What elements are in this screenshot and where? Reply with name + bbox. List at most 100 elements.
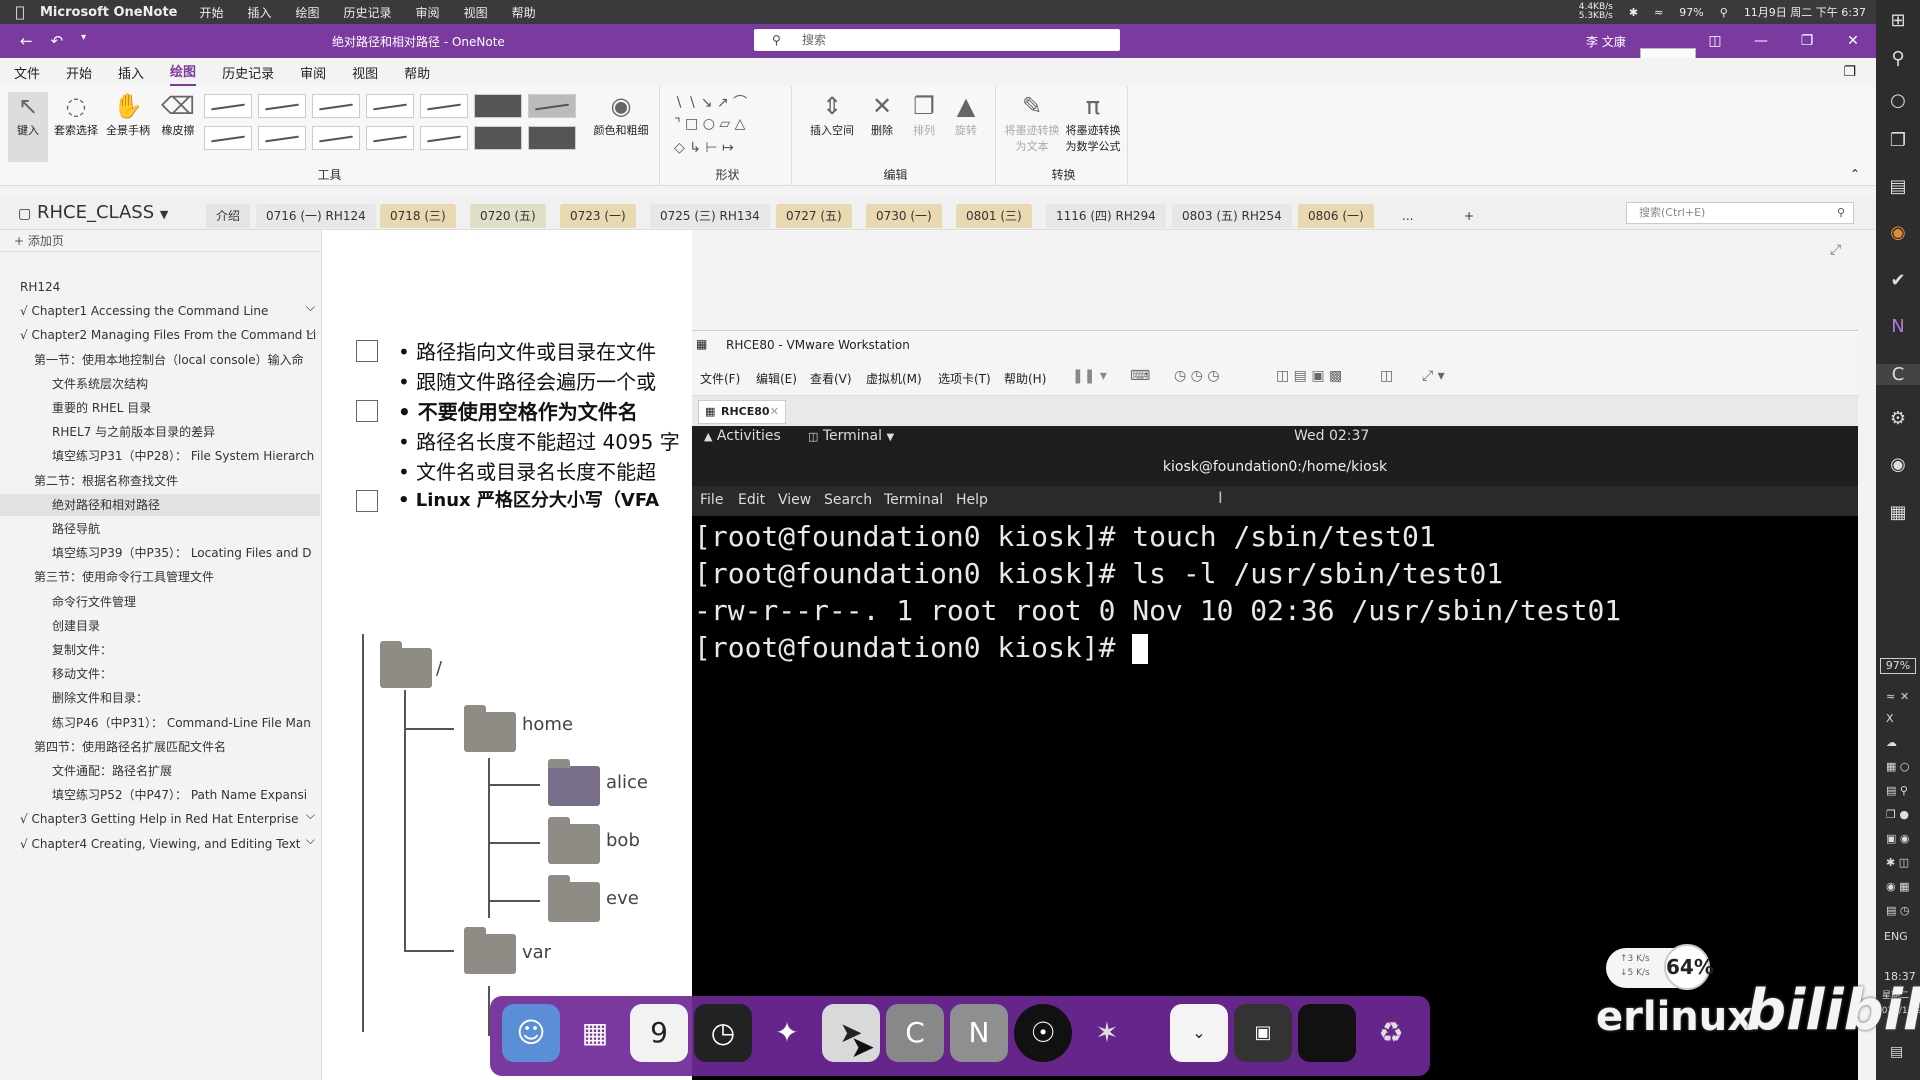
pen-swatch[interactable] — [204, 94, 252, 118]
page-list-item[interactable]: 移动文件： — [0, 663, 320, 685]
page-list-item[interactable]: 文件通配：路径名扩展 — [0, 760, 320, 782]
user-name[interactable]: 李 文康 — [1586, 33, 1626, 50]
pen-swatch[interactable] — [366, 94, 414, 118]
bluetooth-icon[interactable]: ✱ — [1629, 6, 1638, 19]
page-list-item[interactable]: 创建目录 — [0, 615, 320, 637]
apple-icon[interactable]:  — [0, 3, 40, 21]
term-menu-file[interactable]: File — [700, 492, 723, 508]
onenote-dock-icon[interactable]: N — [950, 1004, 1008, 1062]
spotlight-icon[interactable]: ⚲ — [1720, 6, 1728, 19]
send-keys-icon[interactable]: ⌨ — [1130, 368, 1150, 384]
vm-menu-edit[interactable]: 编辑(E) — [756, 370, 797, 387]
activities-button[interactable]: ▲ Activities — [704, 428, 781, 444]
chevron-down-icon[interactable]: ⌵ — [306, 300, 315, 315]
vm-menu-file[interactable]: 文件(F) — [700, 370, 740, 387]
page-list-item[interactable]: 第四节：使用路径名扩展匹配文件名 — [0, 736, 320, 758]
network-icon[interactable]: ≈ — [1886, 690, 1895, 703]
pan-button[interactable]: ✋ 全景手柄 — [102, 92, 154, 138]
menu-start[interactable]: 开始 — [199, 4, 223, 21]
section-tab[interactable]: 0725 (三) RH134 — [650, 204, 770, 228]
tab-home[interactable]: 开始 — [66, 59, 92, 86]
task-view-icon[interactable]: ❐ — [1876, 130, 1920, 151]
vm-menu-tabs[interactable]: 选项卡(T) — [938, 370, 991, 387]
pen-swatch[interactable] — [258, 126, 306, 150]
page-list-item[interactable]: 删除文件和目录： — [0, 687, 320, 709]
tab-view[interactable]: 视图 — [352, 59, 378, 86]
close-icon[interactable]: ✕ — [1830, 24, 1876, 58]
vmware-fusion-icon[interactable]: C — [886, 1004, 944, 1062]
feather-app-icon[interactable]: ✦ — [758, 1004, 816, 1062]
section-tab[interactable]: 0803 (五) RH254 — [1172, 204, 1292, 228]
x-app-icon[interactable]: X — [1886, 712, 1894, 725]
term-menu-edit[interactable]: Edit — [738, 492, 765, 508]
menubar-datetime[interactable]: 11月9日 周二 下午 6:37 — [1744, 4, 1866, 20]
page-list-item[interactable]: 填空练习P31（中P28）： File System Hierarch — [0, 445, 320, 467]
insert-space-button[interactable]: ⇕ 插入空间 — [804, 92, 860, 138]
qat-dropdown-icon[interactable]: ▾ — [81, 32, 86, 50]
term-menu-help[interactable]: Help — [956, 492, 988, 508]
chevron-down-icon[interactable]: ⌵ — [306, 324, 315, 339]
fullscreen-icon[interactable]: ⤢ ▾ — [1422, 368, 1445, 384]
term-menu-search[interactable]: Search — [824, 492, 872, 508]
search-icon[interactable]: ⚲ — [1876, 48, 1920, 69]
type-button[interactable]: ↖ 键入 — [8, 92, 48, 162]
lasso-button[interactable]: ◌ 套索选择 — [50, 92, 102, 138]
delete-button[interactable]: ✕ 删除 — [862, 92, 902, 138]
notification-icon[interactable]: ▤ — [1890, 1044, 1903, 1060]
volume-mute-icon[interactable]: ✕ — [1900, 690, 1909, 703]
tab-review[interactable]: 审阅 — [300, 59, 326, 86]
tray-icon[interactable]: ▦ ○ — [1886, 760, 1910, 773]
ribbon-display-icon[interactable]: ◫ — [1692, 24, 1738, 58]
checkmark-app-icon[interactable]: ✔ — [1876, 270, 1920, 291]
app-icon[interactable]: ▦ — [1876, 502, 1920, 523]
onenote-icon[interactable]: N — [1876, 316, 1920, 337]
vmware-app-icon[interactable]: C — [1876, 364, 1920, 385]
section-tab[interactable]: 0730 (一) — [866, 204, 942, 228]
page-list-item[interactable]: √ Chapter4 Creating, Viewing, and Editin… — [0, 833, 320, 855]
arrange-button[interactable]: ❐ 排列 — [904, 92, 944, 138]
tray-icon[interactable]: ❐ ● — [1886, 808, 1909, 821]
section-tab[interactable]: 0727 (五) — [776, 204, 852, 228]
todo-checkbox[interactable] — [356, 340, 378, 362]
page-list-item[interactable]: 绝对路径和相对路径 — [0, 493, 320, 516]
cortana-icon[interactable]: ○ — [1876, 90, 1920, 111]
expand-icon[interactable]: ⤢ — [1830, 242, 1841, 258]
highlighter-swatch[interactable] — [528, 94, 576, 118]
page-list-item[interactable]: 命令行文件管理 — [0, 591, 320, 613]
pen-swatch[interactable] — [420, 126, 468, 150]
pen-swatch[interactable] — [204, 126, 252, 150]
page-list-item[interactable]: 第三节：使用命令行工具管理文件 — [0, 566, 320, 588]
pause-icon[interactable]: ❚❚ ▾ — [1072, 368, 1107, 384]
pen-swatch[interactable] — [420, 94, 468, 118]
page-list-item[interactable]: 重要的 RHEL 目录 — [0, 397, 320, 419]
section-tab[interactable]: 1116 (四) RH294 — [1046, 204, 1166, 228]
page-list-item[interactable]: 第一节：使用本地控制台（local console）输入命 — [0, 349, 320, 371]
pen-swatch[interactable] — [312, 94, 360, 118]
page-list-item[interactable]: 文件系统层次结构 — [0, 373, 320, 395]
tray-icon[interactable]: ▤ ◷ — [1886, 904, 1910, 917]
chevron-down-icon[interactable]: ⌵ — [306, 833, 315, 848]
add-section-button[interactable]: + — [1454, 204, 1484, 228]
tray-icon[interactable]: ◉ ▦ — [1886, 880, 1910, 893]
tray-icon[interactable]: ▤ ⚲ — [1886, 784, 1908, 797]
page-list-item[interactable]: 练习P46（中P31）： Command-Line File Man — [0, 712, 320, 734]
color-thickness-button[interactable]: ◉ 颜色和粗细 — [588, 92, 654, 138]
vm-menu-view[interactable]: 查看(V) — [810, 370, 852, 387]
todo-checkbox[interactable] — [356, 490, 378, 512]
launchpad-icon[interactable]: ▦ — [566, 1004, 624, 1062]
undo-icon[interactable]: ↶ — [51, 32, 64, 50]
tab-help[interactable]: 帮助 — [404, 59, 430, 86]
pen-swatch[interactable] — [312, 126, 360, 150]
window-thumbnail-icon[interactable]: ▣ — [1234, 1004, 1292, 1062]
snapshot-icon[interactable]: ◷ ◷ ◷ — [1174, 368, 1220, 384]
downloads-stack-icon[interactable]: ⌄ — [1170, 1004, 1228, 1062]
page-list-item[interactable]: 路径导航 — [0, 518, 320, 540]
pen-swatch[interactable] — [366, 126, 414, 150]
menu-history[interactable]: 历史记录 — [344, 4, 392, 21]
notebook-panel-icon[interactable]: ❐ — [1843, 64, 1856, 80]
add-page-button[interactable]: + 添加页 — [0, 230, 321, 252]
bluetooth-icon[interactable]: ✱ ◫ — [1886, 856, 1909, 869]
spiral-app-icon[interactable]: ✶ — [1078, 1004, 1136, 1062]
term-menu-terminal[interactable]: Terminal — [884, 492, 943, 508]
tab-file[interactable]: 文件 — [14, 59, 40, 86]
